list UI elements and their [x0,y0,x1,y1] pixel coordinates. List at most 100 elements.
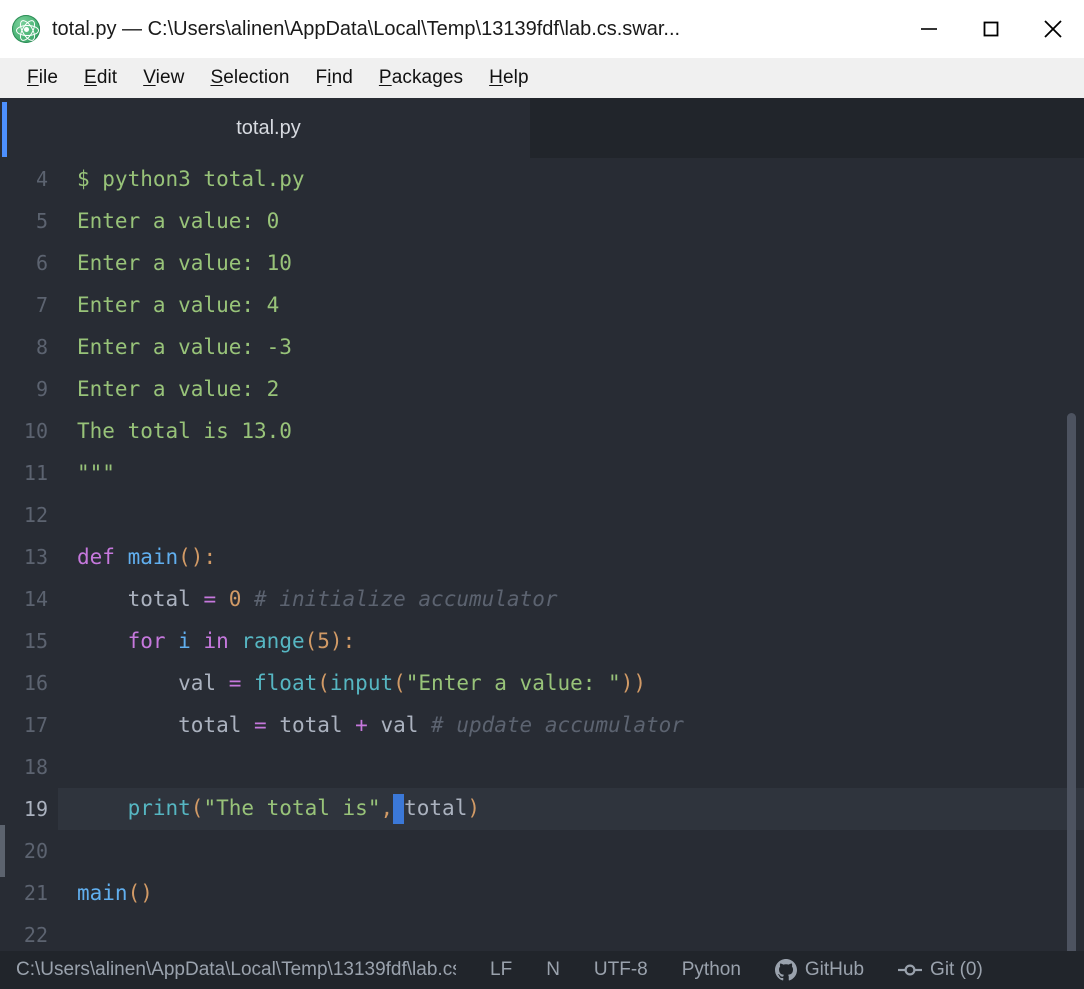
statusbar-indent-mode[interactable]: N [546,959,560,981]
code-content-6[interactable]: Enter a value: 10 [58,242,1084,284]
code-content-7[interactable]: Enter a value: 4 [58,284,1084,326]
editor-line-17[interactable]: 17 total = total + val # update accumula… [0,704,1084,746]
token: print [127,796,191,820]
text-editor[interactable]: 4 $ python3 total.py 5 Enter a value: 0 6 Ent… [0,158,1084,951]
token: total [77,713,255,737]
token: ( [317,671,330,695]
minimize-button[interactable] [898,0,960,58]
statusbar-git[interactable]: Git (0) [898,959,983,981]
code-content-22[interactable] [58,914,1084,951]
menu-item-view[interactable]: View [130,64,197,92]
menu-item-edit[interactable]: Edit [71,64,130,92]
code-content-4[interactable]: $ python3 total.py [58,158,1084,200]
minimize-icon [921,28,937,30]
code-content-15[interactable]: for i in range(5): [58,620,1084,662]
line-number-20: 20 [23,839,48,863]
statusbar-github-label: GitHub [804,959,865,980]
code-content-11[interactable]: """ [58,452,1084,494]
editor-line-7[interactable]: 7 Enter a value: 4 [0,284,1084,326]
line-number-7: 7 [35,293,48,317]
token: + [355,713,381,737]
editor-line-22[interactable]: 22 [0,914,1084,951]
token: The total is 13.0 [77,419,292,443]
code-content-8[interactable]: Enter a value: -3 [58,326,1084,368]
statusbar-github[interactable]: GitHub [774,959,865,981]
line-number-10: 10 [23,419,48,443]
editor-line-5[interactable]: 5 Enter a value: 0 [0,200,1084,242]
statusbar-encoding[interactable]: UTF-8 [594,959,648,981]
line-number-5: 5 [35,209,48,233]
editor-line-20[interactable]: 20 [0,830,1084,872]
editor-line-8[interactable]: 8 Enter a value: -3 [0,326,1084,368]
code-content-18[interactable] [58,746,1084,788]
window-title: total.py — C:\Users\alinen\AppData\Local… [52,17,681,40]
code-content-21[interactable]: main() [58,872,1084,914]
vertical-scrollbar[interactable] [1067,218,1084,951]
statusbar-file-path[interactable]: C:\Users\alinen\AppData\Local\Temp\13139… [16,959,456,981]
code-content-16[interactable]: val = float(input("Enter a value: ")) [58,662,1084,704]
menu-item-find[interactable]: Find [303,64,366,92]
token: main [127,545,179,569]
line-number-6: 6 [35,251,48,275]
atom-editor-window: total.py — C:\Users\alinen\AppData\Local… [0,0,1084,989]
token: """ [77,461,115,485]
token: ( [393,671,406,695]
editor-line-18[interactable]: 18 [0,746,1084,788]
editor-line-16[interactable]: 16 val = float(input("Enter a value: ")) [0,662,1084,704]
code-content-12[interactable] [58,494,1084,536]
editor-line-4[interactable]: 4 $ python3 total.py [0,158,1084,200]
atom-icon [12,15,40,43]
line-number-17: 17 [23,713,48,737]
menu-item-packages[interactable]: Packages [366,64,476,92]
menu-item-help[interactable]: Help [476,64,541,92]
editor-line-10[interactable]: 10 The total is 13.0 [0,410,1084,452]
code-content-17[interactable]: total = total + val # update accumulator [58,704,1084,746]
token: val [77,671,229,695]
line-number-9: 9 [35,377,48,401]
line-number-22: 22 [23,923,48,947]
code-content-19[interactable]: print("The total is", total) [58,788,1084,830]
editor-line-21[interactable]: 21 main() [0,872,1084,914]
token: 5 [317,629,330,653]
line-number-14: 14 [23,587,48,611]
editor-line-14[interactable]: 14 total = 0 # initialize accumulator [0,578,1084,620]
token: for [127,629,179,653]
token: Enter a value: 4 [77,293,280,317]
close-button[interactable] [1022,0,1084,58]
token: (): [178,545,217,569]
token: total [279,713,356,737]
menu-item-selection[interactable]: Selection [197,64,302,92]
maximize-button[interactable] [960,0,1022,58]
code-content-13[interactable]: def main(): [58,536,1084,578]
code-content-9[interactable]: Enter a value: 2 [58,368,1084,410]
code-content-5[interactable]: Enter a value: 0 [58,200,1084,242]
token: # update accumulator [431,713,684,737]
code-content-14[interactable]: total = 0 # initialize accumulator [58,578,1084,620]
line-number-12: 12 [23,503,48,527]
line-number-18: 18 [23,755,48,779]
token: ) [467,796,480,820]
line-number-11: 11 [23,461,48,485]
editor-line-11[interactable]: 11 """ [0,452,1084,494]
editor-line-19[interactable]: 19 print("The total is", total) [0,788,1084,830]
token: ( [190,796,204,820]
tab-total-py[interactable]: total.py [7,98,530,158]
code-content-20[interactable] [58,830,1084,872]
editor-line-9[interactable]: 9 Enter a value: 2 [0,368,1084,410]
token: ( [304,629,318,653]
statusbar-grammar[interactable]: Python [682,959,741,981]
tab-label: total.py [236,116,301,139]
token: Enter a value: -3 [77,335,292,359]
vertical-scrollbar-thumb[interactable] [1067,413,1076,951]
editor-line-13[interactable]: 13 def main(): [0,536,1084,578]
workspace: total.py 4 $ python3 total.py 5 Enter a val… [0,98,1084,989]
editor-line-6[interactable]: 6 Enter a value: 10 [0,242,1084,284]
code-content-10[interactable]: The total is 13.0 [58,410,1084,452]
statusbar: C:\Users\alinen\AppData\Local\Temp\13139… [0,951,1084,989]
statusbar-line-ending[interactable]: LF [490,959,512,981]
editor-line-12[interactable]: 12 [0,494,1084,536]
editor-line-15[interactable]: 15 for i in range(5): [0,620,1084,662]
menu-item-file[interactable]: File [14,64,71,92]
